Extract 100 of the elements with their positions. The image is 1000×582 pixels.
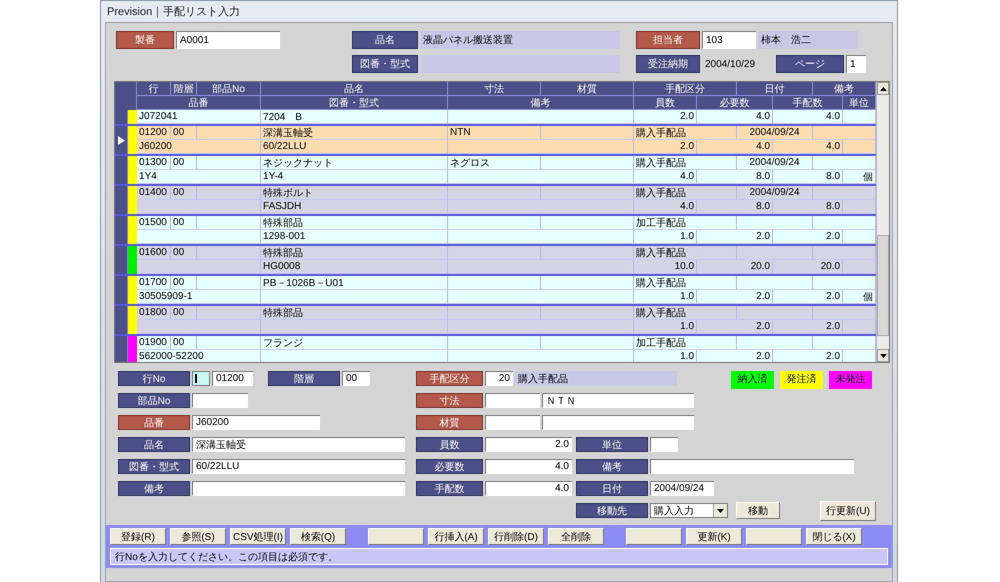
table-cell: 深溝玉軸受 — [261, 126, 448, 140]
input-field[interactable]: A0001 — [176, 31, 280, 49]
table-cell: 00 — [171, 276, 198, 290]
field-label: 材質 — [416, 415, 483, 430]
field-label: 部品No — [118, 393, 190, 408]
field-label: 受注納期 — [636, 55, 700, 73]
toolbar-button[interactable]: 更新(K) — [686, 528, 742, 545]
table-cell: FASJDH — [261, 200, 448, 214]
row-header[interactable] — [115, 126, 128, 154]
table-row[interactable]: J072041 7204 B 2.0 4.0 4.0 — [115, 110, 876, 126]
row-header[interactable] — [115, 246, 128, 274]
table-cell: 2.0 — [773, 290, 844, 304]
input-field[interactable]: 20 — [485, 371, 513, 386]
table-cell: NTN — [448, 126, 542, 140]
scrollbar[interactable] — [876, 82, 889, 362]
value-field: 購入手配品 — [515, 371, 677, 386]
table-cell: 4.0 — [634, 200, 698, 214]
scroll-down-icon — [880, 354, 887, 358]
input-field[interactable] — [650, 437, 678, 452]
input-field[interactable]: 60/22LLU — [192, 459, 405, 474]
table-cell: 60/22LLU — [261, 140, 448, 154]
field-label: 階層 — [268, 371, 340, 386]
table-cell — [197, 306, 262, 320]
input-field[interactable]: 4.0 — [485, 459, 572, 474]
table-row[interactable]: 01900 00 フランジ 加工手配品 562000-52200 1.0 2.0 2.0 — [115, 336, 876, 362]
table-cell: 2004/09/24 — [737, 186, 814, 200]
legend-chip: 納入済 — [731, 371, 774, 389]
row-header[interactable] — [115, 186, 128, 214]
input-field[interactable] — [485, 393, 540, 408]
input-field[interactable]: J60200 — [192, 415, 320, 430]
field-label: 行No — [118, 371, 190, 386]
input-field[interactable]: 4.0 — [485, 481, 572, 496]
row-header[interactable] — [115, 306, 128, 334]
legend-chip: 発注済 — [780, 371, 823, 389]
table-cell: 01200 — [137, 126, 172, 140]
row-header[interactable] — [115, 276, 128, 304]
table-cell: 2.0 — [773, 320, 844, 334]
table-cell: 1.0 — [634, 320, 698, 334]
table-cell: PB－1026B－U01 — [261, 276, 448, 290]
table-cell: 01600 — [137, 246, 172, 260]
scroll-thumb[interactable] — [877, 234, 889, 336]
table-cell: 購入手配品 — [634, 246, 738, 260]
input-field[interactable]: 00 — [342, 371, 370, 386]
table-cell: ネジックナット — [261, 156, 448, 170]
input-field[interactable] — [192, 481, 405, 496]
table-row[interactable]: 01200 00 深溝玉軸受 NTN 購入手配品 2004/09/24 J60200 60/22LLU 2.0 4.0 4.0 — [115, 126, 876, 156]
table-row[interactable]: 01500 00 特殊部品 加工手配品 1298-001 1.0 2.0 2.0 — [115, 216, 876, 246]
table-cell: 8.0 — [697, 200, 774, 214]
row-update-button[interactable]: 行更新(U) — [820, 500, 876, 520]
input-field[interactable]: 1 — [846, 55, 866, 73]
input-field[interactable]: 2.0 — [485, 437, 572, 452]
blank-button[interactable] — [746, 528, 802, 545]
table-cell: 30505909-1 — [137, 290, 262, 304]
row-header[interactable] — [115, 110, 128, 124]
input-field[interactable]: 深溝玉軸受 — [192, 437, 405, 452]
input-field[interactable] — [485, 415, 540, 430]
toolbar-button[interactable]: 閉じる(X) — [806, 528, 862, 545]
field-label: 必要数 — [416, 459, 483, 474]
table-row[interactable]: 01400 00 特殊ボルト 購入手配品 2004/09/24 FASJDH 4.0 8.0 8.0 — [115, 186, 876, 216]
table-cell: 2.0 — [697, 290, 774, 304]
blank-button[interactable] — [368, 528, 424, 545]
toolbar-button[interactable]: CSV処理(I) — [230, 528, 286, 545]
input-field[interactable]: 103 — [702, 31, 756, 49]
dropdown[interactable]: 購入入力 — [650, 503, 728, 518]
column-header: 材質 — [541, 82, 634, 96]
blank-button[interactable] — [626, 528, 682, 545]
table-cell: 01700 — [137, 276, 172, 290]
input-field[interactable]: 01200 — [212, 371, 253, 386]
input-field[interactable] — [650, 459, 854, 474]
input-field[interactable] — [542, 415, 694, 430]
table-row[interactable]: 01800 00 特殊部品 購入手配品 1.0 2.0 2.0 — [115, 306, 876, 336]
table-row[interactable]: 01600 00 特殊部品 購入手配品 HG0008 10.0 20.0 20.0 — [115, 246, 876, 276]
input-field[interactable]: 2004/09/24 — [650, 481, 714, 496]
table-cell: 購入手配品 — [634, 186, 738, 200]
move-button[interactable]: 移動 — [736, 502, 780, 519]
toolbar-button[interactable]: 行削除(D) — [488, 528, 544, 545]
table-cell: 01500 — [137, 216, 172, 230]
column-header: 部品No — [197, 82, 262, 96]
input-field[interactable] — [192, 371, 210, 386]
toolbar-button[interactable]: 行挿入(A) — [428, 528, 484, 545]
row-header[interactable] — [115, 216, 128, 244]
toolbar-button[interactable]: 全削除 — [548, 528, 604, 545]
table-cell: 加工手配品 — [634, 216, 738, 230]
toolbar-button[interactable]: 検索(Q) — [290, 528, 346, 545]
table-cell: 4.0 — [697, 110, 774, 124]
input-field[interactable] — [192, 393, 248, 408]
table-row[interactable]: 01700 00 PB－1026B－U01 購入手配品 30505909-1 1.0 2.0 2.0 個 — [115, 276, 876, 306]
row-header[interactable] — [115, 156, 128, 184]
toolbar-button[interactable]: 参照(S) — [170, 528, 226, 545]
table-cell: 00 — [171, 216, 198, 230]
table-cell — [197, 216, 262, 230]
table-cell: 特殊部品 — [261, 246, 448, 260]
table-cell: 2004/09/24 — [737, 126, 814, 140]
table-cell: 00 — [171, 156, 198, 170]
toolbar-button[interactable]: 登録(R) — [110, 528, 166, 545]
input-field[interactable]: ＮＴＮ — [542, 393, 694, 408]
field-label: 品名 — [352, 31, 418, 49]
table-cell: 1298-001 — [261, 230, 448, 244]
table-row[interactable]: 01300 00 ネジックナット ネグロス 購入手配品 2004/09/24 1Y4 1Y-4 4.0 8.0 8.0 個 — [115, 156, 876, 186]
table-cell: 8.0 — [773, 200, 844, 214]
